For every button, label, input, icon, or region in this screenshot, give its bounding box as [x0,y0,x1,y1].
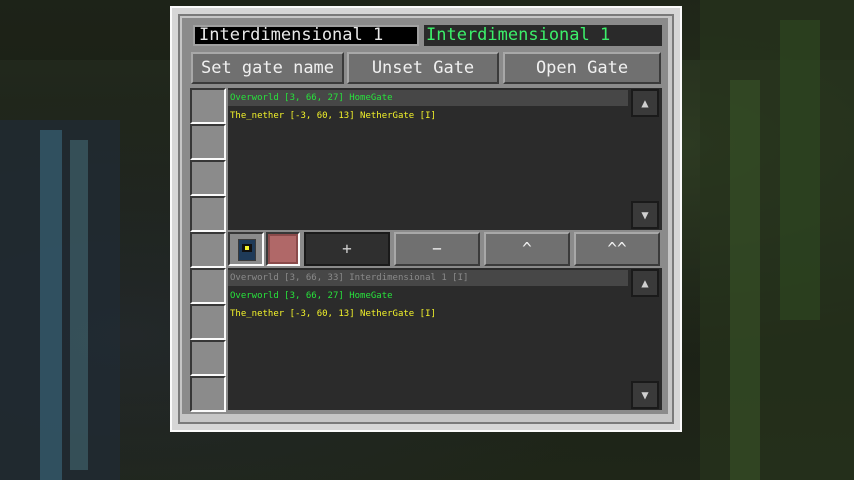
arrow-down-icon: ▼ [641,388,649,402]
destination-scroll-up-button[interactable]: ▲ [631,89,659,117]
destination-list: Overworld [3, 66, 27] HomeGate The_nethe… [228,88,662,230]
background-foliage [700,0,854,480]
background-foliage [730,80,760,480]
remove-gate-button[interactable]: − [394,232,480,266]
inventory-slot[interactable] [190,268,226,304]
inventory-slot[interactable] [190,196,226,232]
gate-item-slot[interactable] [228,232,264,266]
arrow-down-icon: ▼ [641,208,649,222]
disabled-slot [266,232,300,266]
known-gate-row[interactable]: Overworld [3, 66, 33] Interdimensional 1… [228,270,628,286]
move-top-button[interactable]: ^^ [574,232,660,266]
inventory-slot[interactable] [190,160,226,196]
add-gate-button[interactable]: + [304,232,390,266]
gate-name-label: Interdimensional 1 [424,25,662,46]
known-gates-scroll-down-button[interactable]: ▼ [631,381,659,409]
inventory-slot[interactable] [190,88,226,124]
set-gate-name-button[interactable]: Set gate name [191,52,344,84]
inventory-slot-column [190,88,226,412]
known-gates-list: Overworld [3, 66, 33] Interdimensional 1… [228,268,662,410]
arrow-up-icon: ▲ [641,276,649,290]
inventory-slot[interactable] [190,376,226,412]
known-gate-row[interactable]: Overworld [3, 66, 27] HomeGate [228,288,628,304]
move-up-button[interactable]: ^ [484,232,570,266]
inventory-slot[interactable] [190,304,226,340]
destination-scroll-down-button[interactable]: ▼ [631,201,659,229]
dial-device-icon [238,239,256,261]
inventory-slot[interactable] [190,340,226,376]
known-gates-scroll-up-button[interactable]: ▲ [631,269,659,297]
background-foliage [780,20,820,320]
known-gate-row[interactable]: The_nether [-3, 60, 13] NetherGate [I] [228,306,628,322]
destination-row[interactable]: Overworld [3, 66, 27] HomeGate [228,90,628,106]
open-gate-button[interactable]: Open Gate [503,52,661,84]
background-block [40,130,62,480]
unset-gate-button[interactable]: Unset Gate [347,52,499,84]
arrow-up-icon: ▲ [641,96,649,110]
background-block [70,140,88,470]
inventory-slot[interactable] [190,124,226,160]
inventory-slot[interactable] [190,232,226,268]
gate-name-input[interactable]: Interdimensional 1 [193,25,419,46]
destination-row[interactable]: The_nether [-3, 60, 13] NetherGate [I] [228,108,628,124]
